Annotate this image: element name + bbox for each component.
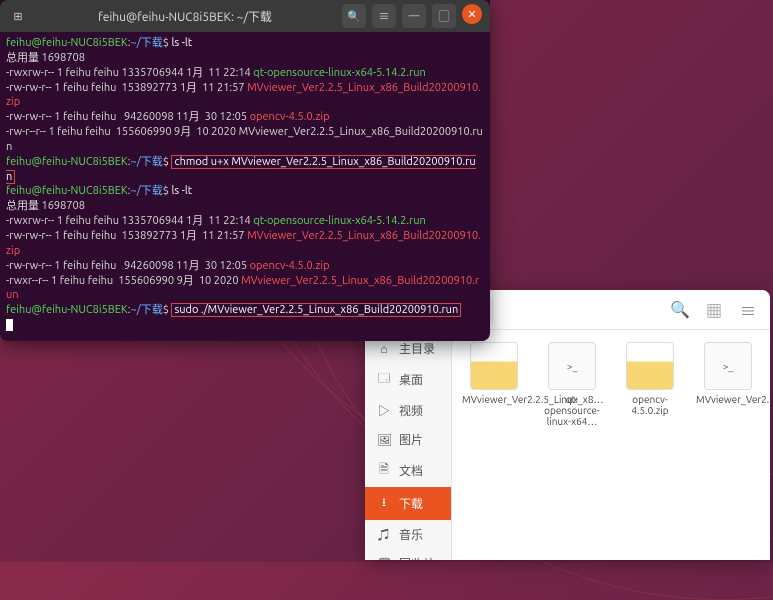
sidebar-item-label: 回收站 xyxy=(399,555,435,560)
terminal-titlebar[interactable]: ⊞ feihu@feihu-NUC8i5BEK: ~/下载 🔍 ≡ — ▢ ✕ xyxy=(0,0,490,32)
watermark: CSDN @霸鏊 xyxy=(688,537,763,556)
sidebar-icon: 🗔 xyxy=(377,369,391,390)
view-grid-icon[interactable]: ▦ xyxy=(700,296,728,324)
sidebar-item-label: 图片 xyxy=(399,431,423,448)
sidebar-item-label: 音乐 xyxy=(399,526,423,543)
file-manager-grid[interactable]: MVviewer_Ver2.2.5_Linux_x8… qt-opensourc… xyxy=(452,290,770,560)
sidebar-item-4[interactable]: 🗎 文档 xyxy=(365,454,451,487)
terminal-window: ⊞ feihu@feihu-NUC8i5BEK: ~/下载 🔍 ≡ — ▢ ✕ … xyxy=(0,0,490,341)
sidebar-icon: 🖼 xyxy=(377,433,391,447)
search-icon[interactable]: 🔍 xyxy=(666,296,694,324)
file-item[interactable]: qt-opensource-linux-x64… xyxy=(540,342,604,427)
close-icon[interactable]: ✕ xyxy=(462,4,482,24)
sidebar-item-1[interactable]: 🗔 桌面 xyxy=(365,363,451,396)
minimize-icon[interactable]: — xyxy=(402,4,426,28)
sidebar-item-2[interactable]: ▷ 视频 xyxy=(365,396,451,425)
window-title: feihu@feihu-NUC8i5BEK: ~/下载 xyxy=(28,8,342,25)
sidebar-icon: ♫ xyxy=(377,526,391,543)
file-item[interactable]: MVviewer_Ver2.2.5_Linux_x8… xyxy=(696,342,760,405)
search-icon[interactable]: 🔍 xyxy=(342,4,366,28)
sidebar-icon: ▷ xyxy=(377,402,391,419)
menu-icon[interactable]: ≡ xyxy=(734,296,762,324)
file-name: MVviewer_Ver2.2.5_Linux_x8… xyxy=(462,394,526,405)
sidebar-icon: ⌂ xyxy=(377,342,391,356)
file-name: opencv-4.5.0.zip xyxy=(618,394,682,416)
menu-icon[interactable]: ≡ xyxy=(372,4,396,28)
new-tab-icon[interactable]: ⊞ xyxy=(8,6,28,26)
sidebar-item-5[interactable]: ⭳ 下载 xyxy=(365,487,451,520)
sidebar-icon: ⭳ xyxy=(377,493,391,514)
sidebar-item-3[interactable]: 🖼 图片 xyxy=(365,425,451,454)
sidebar-item-label: 桌面 xyxy=(399,371,423,388)
sidebar-icon: 🗑 xyxy=(377,557,391,561)
sidebar-item-label: 视频 xyxy=(399,402,423,419)
file-item[interactable]: MVviewer_Ver2.2.5_Linux_x8… xyxy=(462,342,526,405)
zip-file-icon xyxy=(470,342,518,390)
sidebar-item-label: 下载 xyxy=(399,495,423,512)
file-name: qt-opensource-linux-x64… xyxy=(540,394,604,427)
sidebar-icon: 🗎 xyxy=(377,460,391,481)
sidebar-item-label: 文档 xyxy=(399,462,423,479)
run-file-icon xyxy=(548,342,596,390)
run-file-icon xyxy=(704,342,752,390)
zip-file-icon xyxy=(626,342,674,390)
file-item[interactable]: opencv-4.5.0.zip xyxy=(618,342,682,416)
file-name: MVviewer_Ver2.2.5_Linux_x8… xyxy=(696,394,760,405)
sidebar-item-7[interactable]: 🗑 回收站 xyxy=(365,549,451,560)
sidebar-item-label: 主目录 xyxy=(399,340,435,357)
sidebar-item-6[interactable]: ♫ 音乐 xyxy=(365,520,451,549)
maximize-icon[interactable]: ▢ xyxy=(432,4,456,28)
terminal-body[interactable]: feihu@feihu-NUC8i5BEK:~/下载$ ls -lt 总用量 1… xyxy=(0,32,490,341)
